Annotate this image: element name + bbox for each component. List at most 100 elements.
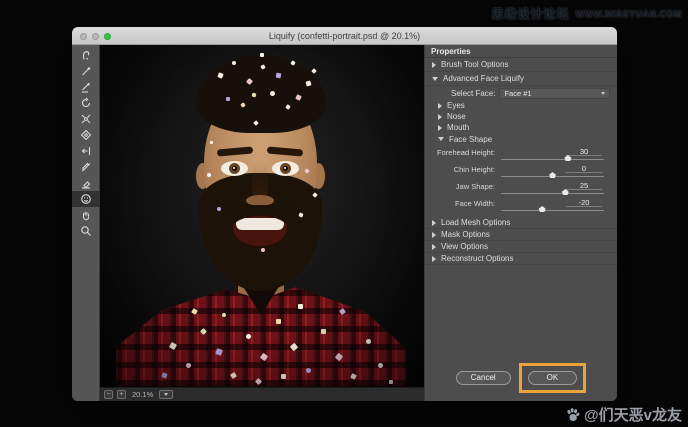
bloat-tool[interactable] <box>72 127 100 143</box>
slider-track[interactable] <box>501 206 604 212</box>
zoom-level-value[interactable]: 20.1% <box>130 390 155 399</box>
properties-panel: Properties Brush Tool Options Advanced F… <box>424 45 617 401</box>
baidu-paw-icon <box>567 407 580 421</box>
dialog-body: − + 20.1% Properties Brush Tool Options … <box>72 45 617 401</box>
confetti-layer <box>100 45 424 387</box>
section-view-options[interactable]: View Options <box>425 241 617 253</box>
watermark-bottom: @们天恶v龙友 <box>565 404 682 425</box>
minimize-button[interactable] <box>92 32 99 40</box>
twirl-clockwise-icon <box>81 97 91 108</box>
slider-value-field[interactable]: 0 <box>566 164 602 173</box>
dialog-titlebar[interactable]: Liquify (confetti-portrait.psd @ 20.1%) <box>72 27 617 45</box>
slider-value-field[interactable]: -20 <box>566 198 602 207</box>
subsection-label: Eyes <box>447 101 465 110</box>
jaw-shape-slider: Jaw Shape: 25 <box>425 181 604 198</box>
subsection-nose[interactable]: Nose <box>425 111 617 122</box>
collapsed-triangle-icon <box>432 61 436 68</box>
section-mask-options[interactable]: Mask Options <box>425 229 617 241</box>
thaw-mask-icon <box>82 181 91 189</box>
hand-tool[interactable] <box>72 207 100 223</box>
face-shape-sliders: Forehead Height: 30 Chin Height: 0 Jaw S… <box>425 145 617 217</box>
subsection-mouth[interactable]: Mouth <box>425 122 617 133</box>
zoom-in-button[interactable]: + <box>117 390 126 399</box>
slider-label: Forehead Height: <box>437 148 495 157</box>
forward-warp-icon <box>82 51 90 60</box>
freeze-mask-tool[interactable] <box>72 159 100 175</box>
section-label: View Options <box>441 242 488 251</box>
subsection-label: Face Shape <box>449 134 493 144</box>
zoom-window-button[interactable] <box>104 32 111 40</box>
watermark-cn-text: 思缘设计论坛 <box>491 7 570 21</box>
zoom-tool[interactable] <box>72 223 100 239</box>
traffic-lights <box>80 32 111 40</box>
slider-label: Face Width: <box>454 199 495 208</box>
section-label: Load Mesh Options <box>441 218 511 227</box>
push-left-tool[interactable] <box>72 143 100 159</box>
bloat-icon <box>80 129 92 141</box>
push-left-icon <box>81 147 91 155</box>
slider-label: Chin Height: <box>453 165 495 174</box>
chevron-down-icon <box>164 393 169 396</box>
section-load-mesh-options[interactable]: Load Mesh Options <box>425 217 617 229</box>
smooth-tool[interactable] <box>72 79 100 95</box>
forward-warp-tool[interactable] <box>72 47 100 63</box>
collapsed-triangle-icon <box>432 219 436 226</box>
pucker-icon <box>81 114 91 124</box>
thaw-mask-tool[interactable] <box>72 175 100 191</box>
chin-height-slider: Chin Height: 0 <box>425 164 604 181</box>
expanded-triangle-icon <box>432 76 438 81</box>
zoom-icon <box>81 226 91 236</box>
panel-header: Properties <box>425 45 617 58</box>
collapsed-triangle-icon <box>438 124 442 131</box>
section-label: Mask Options <box>441 230 490 239</box>
hand-icon <box>83 211 90 221</box>
slider-thumb[interactable] <box>549 172 556 178</box>
slider-thumb[interactable] <box>538 206 546 212</box>
pucker-tool[interactable] <box>72 111 100 127</box>
liquify-toolbar <box>72 45 100 401</box>
close-button[interactable] <box>80 32 87 40</box>
subsection-label: Mouth <box>447 123 470 132</box>
watermark-url-text: WWW.MISSYUAN.COM <box>575 8 682 19</box>
face-width-slider: Face Width: -20 <box>425 198 604 215</box>
dialog-buttons: Cancel OK <box>425 363 617 393</box>
zoom-menu-button[interactable] <box>159 390 174 399</box>
chevron-down-icon <box>601 91 605 95</box>
slider-label: Jaw Shape: <box>455 182 495 191</box>
face-icon <box>81 194 91 204</box>
subsection-eyes[interactable]: Eyes <box>425 100 617 111</box>
slider-track[interactable] <box>501 155 604 161</box>
ok-annotation-highlight: OK <box>518 363 587 393</box>
freeze-mask-icon <box>82 162 91 172</box>
reconstruct-icon <box>82 66 91 76</box>
slider-value-field[interactable]: 30 <box>566 147 602 156</box>
forehead-height-slider: Forehead Height: 30 <box>425 147 604 164</box>
select-face-dropdown[interactable]: Face #1 <box>499 87 610 99</box>
section-label: Advanced Face Liquify <box>443 74 524 83</box>
reconstruct-tool[interactable] <box>72 63 100 79</box>
collapsed-triangle-icon <box>438 113 442 120</box>
select-face-row: Select Face: Face #1 <box>425 86 617 100</box>
zoom-out-button[interactable]: − <box>104 390 113 399</box>
cancel-button[interactable]: Cancel <box>455 371 511 385</box>
section-brush-tool-options[interactable]: Brush Tool Options <box>425 58 617 72</box>
watermark-top: 思缘设计论坛 WWW.MISSYUAN.COM <box>491 5 682 22</box>
slider-value-field[interactable]: 25 <box>566 181 602 190</box>
slider-track[interactable] <box>501 189 604 195</box>
collapsed-triangle-icon <box>438 102 442 109</box>
subsection-face-shape[interactable]: Face Shape <box>425 133 617 145</box>
subsection-label: Nose <box>447 112 466 121</box>
section-reconstruct-options[interactable]: Reconstruct Options <box>425 253 617 265</box>
preview-canvas[interactable]: − + 20.1% <box>100 45 424 401</box>
select-face-value: Face #1 <box>504 88 532 98</box>
expanded-triangle-icon <box>438 137 444 141</box>
smooth-icon <box>82 82 91 93</box>
collapsed-sections: Load Mesh Options Mask Options View Opti… <box>425 217 617 265</box>
face-tool[interactable] <box>72 191 100 207</box>
liquify-dialog: Liquify (confetti-portrait.psd @ 20.1%) <box>72 27 617 401</box>
twirl-clockwise-tool[interactable] <box>72 95 100 111</box>
section-advanced-face-liquify[interactable]: Advanced Face Liquify <box>425 72 617 86</box>
ok-button[interactable]: OK <box>527 371 578 385</box>
screenshot-root: 思缘设计论坛 WWW.MISSYUAN.COM Liquify (confett… <box>0 0 688 427</box>
slider-track[interactable] <box>501 172 604 178</box>
